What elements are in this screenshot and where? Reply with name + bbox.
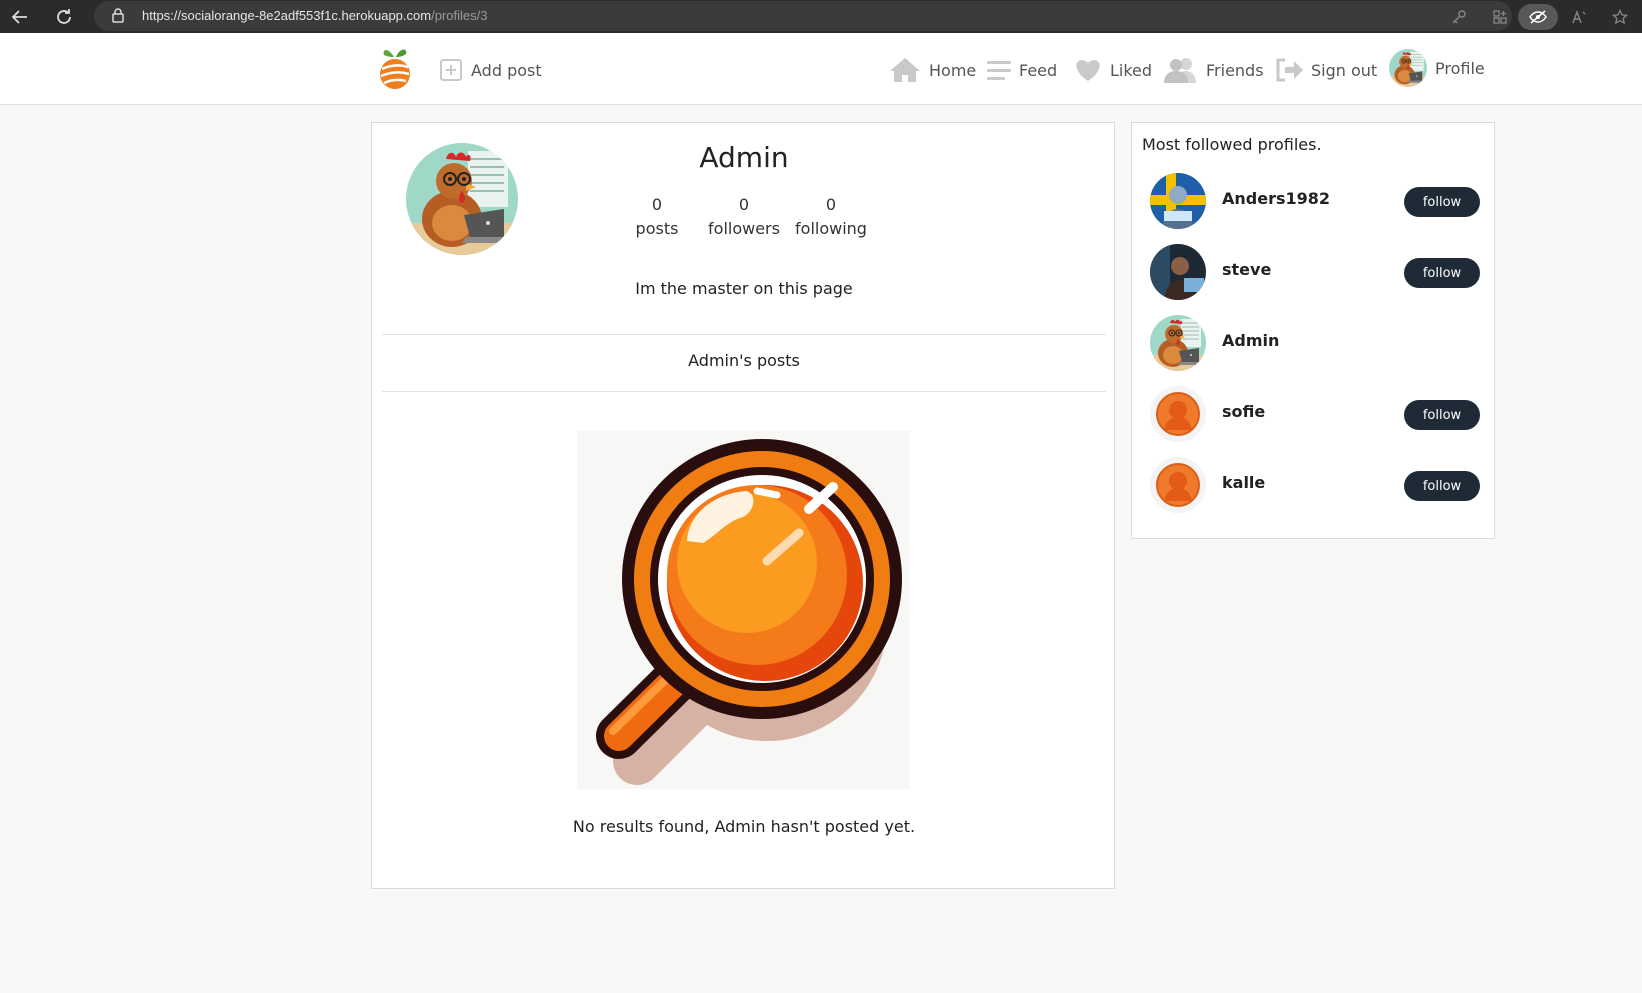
nav-profile[interactable]: Profile [1389, 48, 1485, 88]
popular-profile-row[interactable]: steve follow [1150, 244, 1480, 300]
sign-out-icon [1276, 58, 1303, 82]
stat-following-value: 0 [825, 195, 837, 214]
favorite-star-icon[interactable] [1607, 4, 1633, 30]
browser-toolbar: https://socialorange-8e2adf553f1c.heroku… [0, 0, 1642, 33]
divider [382, 391, 1106, 392]
apps-icon[interactable] [1487, 4, 1513, 30]
reload-icon[interactable] [50, 3, 78, 31]
stat-posts-label: posts [635, 219, 679, 238]
follow-button[interactable]: follow [1404, 400, 1480, 430]
read-aloud-icon[interactable] [1566, 4, 1592, 30]
divider [382, 334, 1106, 335]
nav-profile-label: Profile [1435, 58, 1485, 78]
profile-username[interactable]: kalle [1222, 473, 1265, 492]
back-icon[interactable] [6, 3, 34, 31]
add-post-icon [440, 59, 462, 81]
avatar[interactable] [1150, 386, 1206, 442]
profile-username[interactable]: sofie [1222, 402, 1265, 421]
nav-friends[interactable]: Friends [1164, 55, 1264, 85]
stat-followers: 0 followers [699, 193, 789, 241]
app-navbar: Add post Home Feed Liked Friends Sign ou… [0, 33, 1642, 105]
nav-home[interactable]: Home [889, 55, 976, 85]
nav-feed[interactable]: Feed [987, 55, 1057, 85]
sidebar-title: Most followed profiles. [1142, 135, 1322, 154]
nav-sign-out-label: Sign out [1311, 60, 1378, 80]
follow-button[interactable]: follow [1404, 258, 1480, 288]
stat-posts-value: 0 [651, 195, 663, 214]
avatar[interactable] [1150, 315, 1206, 371]
posts-section-title: Admin's posts [688, 351, 800, 370]
lock-icon[interactable] [112, 8, 124, 27]
profile-name: Admin [699, 141, 789, 174]
stat-following-label: following [795, 219, 867, 238]
nav-home-label: Home [929, 60, 977, 80]
popular-profile-row[interactable]: Anders1982 follow [1150, 173, 1480, 229]
home-icon [890, 58, 920, 82]
nav-feed-label: Feed [1019, 60, 1058, 80]
nav-add-post[interactable]: Add post [439, 55, 542, 85]
profile-bio: Im the master on this page [635, 279, 853, 298]
nav-add-post-label: Add post [471, 60, 542, 80]
profile-username[interactable]: Admin [1222, 331, 1279, 350]
nav-liked[interactable]: Liked [1074, 55, 1152, 85]
url-text: https://socialorange-8e2adf553f1c.heroku… [142, 8, 488, 23]
stat-followers-value: 0 [738, 195, 750, 214]
stat-following: 0 following [786, 193, 876, 241]
friends-icon [1164, 58, 1196, 83]
stat-posts: 0 posts [612, 193, 702, 241]
no-results-message: No results found, Admin hasn't posted ye… [572, 817, 916, 836]
orange-logo[interactable] [376, 45, 414, 91]
avatar[interactable] [1150, 244, 1206, 300]
follow-button[interactable]: follow [1404, 187, 1480, 217]
no-results-magnifier-image [577, 431, 910, 789]
follow-button[interactable]: follow [1404, 471, 1480, 501]
nav-profile-avatar [1389, 49, 1427, 87]
nav-sign-out[interactable]: Sign out [1275, 55, 1377, 85]
popular-profile-row[interactable]: sofie follow [1150, 386, 1480, 442]
avatar[interactable] [1150, 173, 1206, 229]
profile-card: Admin 0 posts 0 followers 0 following Im… [371, 122, 1115, 889]
popular-profile-row[interactable]: kalle follow [1150, 457, 1480, 513]
address-bar[interactable]: https://socialorange-8e2adf553f1c.heroku… [94, 1, 1512, 31]
stat-followers-label: followers [708, 219, 780, 238]
profile-username[interactable]: Anders1982 [1222, 189, 1330, 208]
avatar[interactable] [1150, 457, 1206, 513]
nav-liked-label: Liked [1110, 60, 1153, 80]
popular-profile-row[interactable]: Admin [1150, 315, 1480, 371]
feed-icon [987, 61, 1011, 80]
most-followed-sidebar: Most followed profiles. Anders1982 follo… [1131, 122, 1495, 539]
key-icon[interactable] [1446, 4, 1472, 30]
tracking-prevention-icon[interactable] [1518, 4, 1558, 30]
heart-icon [1076, 60, 1100, 81]
profile-username[interactable]: steve [1222, 260, 1271, 279]
nav-friends-label: Friends [1206, 60, 1264, 80]
